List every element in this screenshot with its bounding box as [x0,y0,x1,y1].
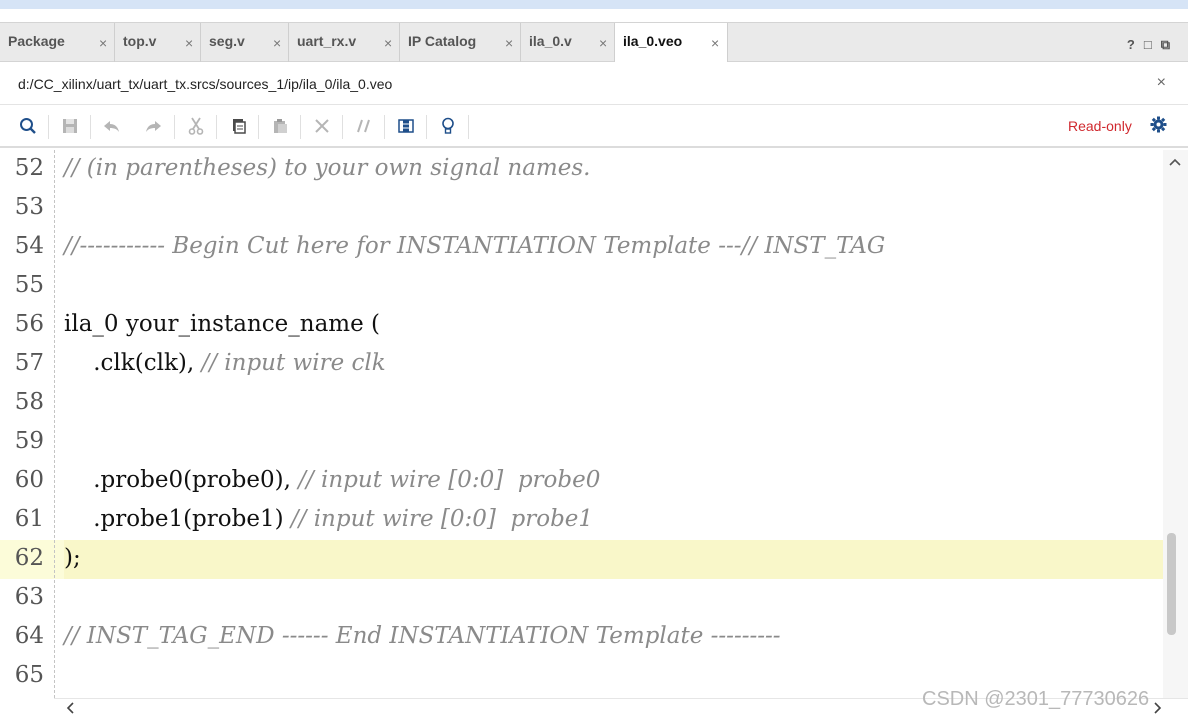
line-number: 57 [14,350,44,376]
code-text: .probe1(probe1) // input wire [0:0] prob… [64,506,594,532]
tab-label: ila_0.v [529,33,572,49]
tab-label: uart_rx.v [297,33,357,49]
gutter-divider [54,150,55,698]
column-select-icon[interactable] [395,115,417,137]
editor-toolbar: Read-only [0,105,1188,148]
watermark: CSDN @2301_77730626 [922,688,1150,710]
tab-seg-v[interactable]: seg.v × [201,23,289,62]
code-text: // (in parentheses) to your own signal n… [64,155,590,181]
undo-icon[interactable] [101,115,123,137]
line-number: 59 [14,428,44,454]
code-line: 63 [0,579,1163,618]
tab-label: seg.v [209,33,245,49]
float-icon[interactable]: ⧉ [1161,37,1170,53]
save-icon[interactable] [59,115,81,137]
file-path: d:/CC_xilinx/uart_tx/uart_tx.srcs/source… [18,76,393,92]
close-icon[interactable]: × [505,35,513,51]
line-number: 54 [14,233,44,259]
tab-label: IP Catalog [408,33,477,49]
vertical-scrollbar[interactable] [1163,150,1188,698]
cut-icon[interactable] [185,115,207,137]
tab-package[interactable]: Package × [0,23,115,62]
chevron-left-icon[interactable] [66,701,74,719]
top-accent-strip [0,0,1188,9]
close-icon[interactable]: × [185,35,193,51]
code-line: 53 [0,189,1163,228]
tab-bar: Package × top.v × seg.v × uart_rx.v × IP… [0,22,1188,63]
code-text: // INST_TAG_END ------ End INSTANTIATION… [64,623,781,649]
tab-ila-0-v[interactable]: ila_0.v × [521,23,615,62]
comment-icon[interactable] [353,115,375,137]
line-number: 63 [14,584,44,610]
help-icon[interactable]: ? [1127,37,1135,53]
copy-icon[interactable] [227,115,249,137]
code-comment: // input wire [0:0] probe1 [290,506,594,532]
code-editor[interactable]: 52 // (in parentheses) to your own signa… [0,150,1163,698]
chevron-right-icon[interactable] [1154,701,1162,719]
code-line: 61 .probe1(probe1) // input wire [0:0] p… [0,501,1163,540]
line-number: 64 [14,623,44,649]
close-icon[interactable]: × [711,35,719,51]
line-number: 61 [14,506,44,532]
close-icon[interactable]: × [1157,74,1166,92]
close-icon[interactable]: × [599,35,607,51]
code-line-current: 62 ); [0,540,1163,579]
line-number: 56 [14,311,44,337]
chevron-up-icon[interactable] [1169,154,1181,169]
redo-icon[interactable] [142,115,164,137]
code-line: 56 ila_0 your_instance_name ( [0,306,1163,345]
code-line: 54 //----------- Begin Cut here for INST… [0,228,1163,267]
code-line: 64 // INST_TAG_END ------ End INSTANTIAT… [0,618,1163,657]
tab-label: ila_0.veo [623,33,683,49]
code-line: 52 // (in parentheses) to your own signa… [0,150,1163,189]
maximize-icon[interactable]: □ [1144,37,1152,53]
tab-label: Package [8,33,65,49]
paste-icon[interactable] [269,115,291,137]
scroll-thumb[interactable] [1167,533,1176,635]
code-comment: // input wire [0:0] probe0 [298,467,601,493]
code-text: .clk(clk), // input wire clk [64,350,386,376]
code-line: 60 .probe0(probe0), // input wire [0:0] … [0,462,1163,501]
close-icon[interactable]: × [384,35,392,51]
tab-ip-catalog[interactable]: IP Catalog × [400,23,521,62]
close-icon[interactable]: × [99,35,107,51]
code-comment: //----------- Begin Cut here for INSTANT… [64,233,886,259]
tab-ila-0-veo[interactable]: ila_0.veo × [615,23,728,63]
gear-icon[interactable] [1150,116,1167,138]
code-comment: // input wire clk [201,350,386,376]
code-comment: // (in parentheses) to your own signal n… [64,155,591,181]
line-number: 60 [14,467,44,493]
line-number: 58 [14,389,44,415]
code-line: 59 [0,423,1163,462]
code-line: 55 [0,267,1163,306]
code-text: .probe0(probe0), // input wire [0:0] pro… [64,467,601,493]
code-line: 58 [0,384,1163,423]
delete-icon[interactable] [311,115,333,137]
tab-top-v[interactable]: top.v × [115,23,201,62]
tab-label: top.v [123,33,157,49]
code-text: ); [64,545,81,571]
line-number: 65 [14,662,44,688]
line-number: 52 [14,155,44,181]
tab-uart-rx-v[interactable]: uart_rx.v × [289,23,400,62]
code-line: 57 .clk(clk), // input wire clk [0,345,1163,384]
line-number: 62 [14,545,44,571]
line-number: 55 [14,272,44,298]
file-path-bar: d:/CC_xilinx/uart_tx/uart_tx.srcs/source… [0,62,1188,105]
code-comment: // INST_TAG_END ------ End INSTANTIATION… [64,623,781,649]
line-number: 53 [14,194,44,220]
window-controls: ? □ ⧉ [1127,37,1170,53]
lightbulb-icon[interactable] [437,115,459,137]
search-icon[interactable] [17,115,39,137]
close-icon[interactable]: × [273,35,281,51]
code-text: ila_0 your_instance_name ( [64,311,380,337]
read-only-label: Read-only [1068,118,1132,134]
code-text: //----------- Begin Cut here for INSTANT… [64,233,885,259]
